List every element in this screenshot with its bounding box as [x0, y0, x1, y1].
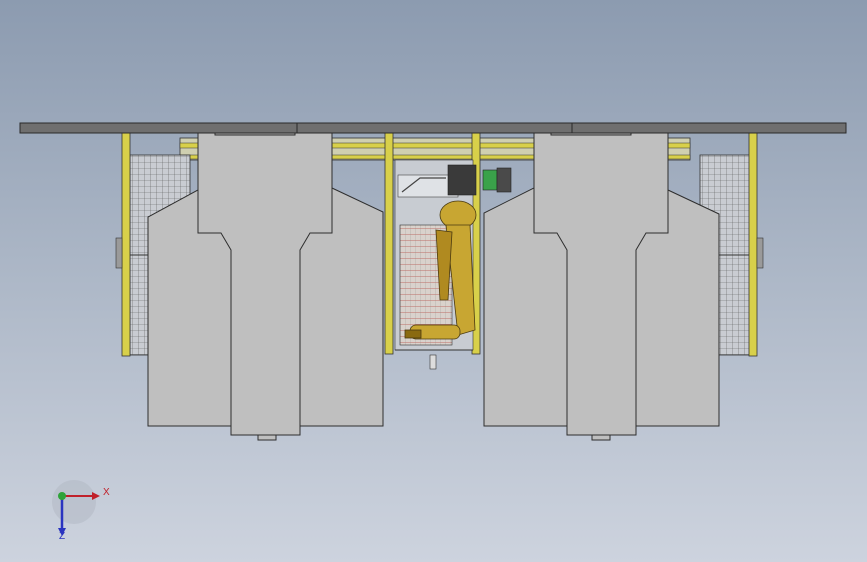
roof-slab [19, 122, 847, 134]
x-axis-head [92, 492, 100, 500]
graphics-viewport[interactable]: X Z [0, 0, 867, 562]
cad-model-view[interactable] [0, 0, 867, 562]
triad-shadow [52, 480, 96, 524]
y-axis-dot [58, 492, 66, 500]
x-axis-label: X [103, 487, 110, 498]
right-machine-panel [483, 130, 720, 441]
z-axis-label: Z [59, 531, 66, 542]
